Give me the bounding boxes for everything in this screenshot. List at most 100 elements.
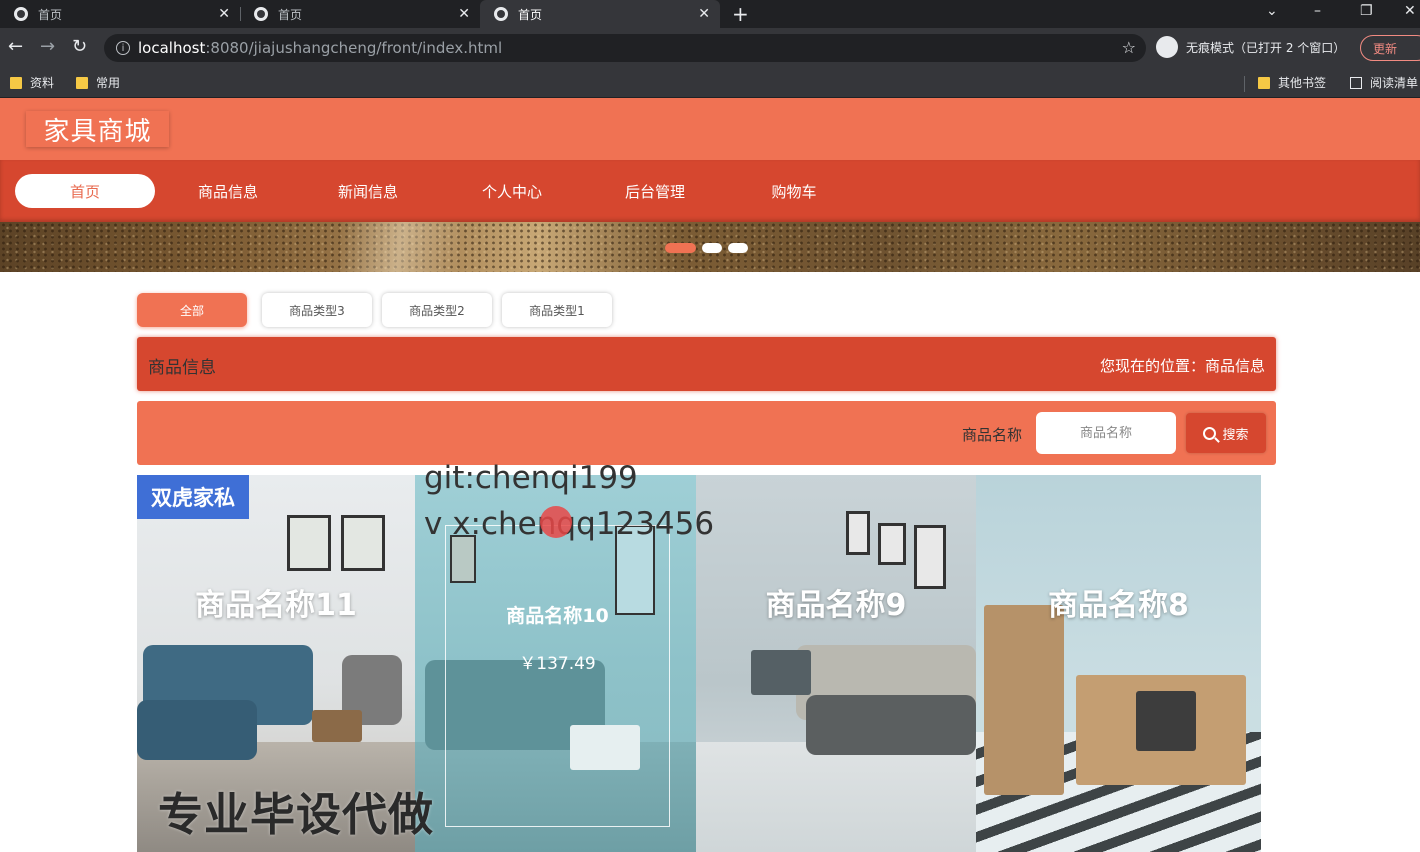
bookmark-label: 其他书签 (1278, 76, 1327, 90)
category-label: 全部 (179, 303, 204, 318)
bookmarks-bar: 资料 常用 其他书签 阅读清单 (0, 68, 1420, 98)
carousel-dot-2[interactable] (702, 243, 722, 253)
other-bookmarks[interactable]: 其他书签 (1258, 74, 1326, 91)
product-name: 商品名称9 (765, 588, 907, 623)
tab-search-icon[interactable]: ⌄ (1266, 3, 1278, 19)
site-logo[interactable]: 家具商城 (26, 111, 169, 147)
tv-stand-door (1136, 691, 1196, 751)
category-label: 商品类型2 (409, 303, 465, 318)
url-host: localhost (138, 39, 206, 57)
incognito-text: 无痕模式（已打开 2 个窗口） (1186, 40, 1346, 55)
folder-icon (10, 76, 22, 89)
nav-label: 新闻信息 (337, 182, 398, 201)
forward-icon[interactable]: → (40, 36, 55, 57)
watermark-text-large: 专业毕设代做 (158, 788, 435, 841)
category-label: 商品类型1 (529, 303, 585, 318)
bookmark-label: 资料 (30, 76, 55, 90)
nav-item-admin[interactable]: 后台管理 (585, 174, 725, 208)
browser-tab-2[interactable]: 首页 ✕ (240, 0, 480, 28)
globe-icon (14, 7, 28, 21)
product-name: 商品名称11 (195, 588, 357, 623)
category-type-3[interactable]: 商品类型3 (262, 293, 372, 327)
browser-tab-strip: 首页 ✕ 首页 ✕ 首页 ✕ + ⌄ – ❐ ✕ (0, 0, 1420, 28)
minimize-icon[interactable]: – (1314, 3, 1321, 19)
nav-item-products[interactable]: 商品信息 (158, 174, 298, 208)
search-bar: 商品名称 搜索 (137, 401, 1276, 465)
incognito-icon (1156, 36, 1178, 58)
watermark-text: git:chenqi199 (424, 460, 638, 496)
site-info-icon[interactable]: i (116, 41, 130, 55)
main-nav: 首页 商品信息 新闻信息 个人中心 后台管理 购物车 (0, 160, 1420, 222)
bookmark-star-icon[interactable]: ☆ (1122, 38, 1136, 57)
nav-item-home[interactable]: 首页 (15, 174, 155, 208)
folder-icon (76, 76, 88, 89)
folder-icon (1258, 76, 1270, 89)
cursor-highlight (540, 506, 572, 538)
close-icon[interactable]: ✕ (218, 6, 230, 22)
close-icon[interactable]: ✕ (698, 6, 710, 22)
breadcrumb: 您现在的位置：商品信息 (1099, 357, 1265, 375)
restore-icon[interactable]: ❐ (1360, 3, 1373, 19)
reading-list-icon (1350, 76, 1362, 89)
browser-tab-3[interactable]: 首页 ✕ (480, 0, 720, 28)
category-all[interactable]: 全部 (137, 293, 247, 327)
wall-frame (287, 515, 331, 571)
product-price: ￥137.49 (519, 654, 596, 674)
carousel-dot-3[interactable] (728, 243, 748, 253)
tab-title: 首页 (38, 7, 63, 22)
logo-text: 家具商城 (43, 116, 152, 147)
search-icon (1203, 426, 1217, 440)
nav-label: 购物车 (771, 182, 817, 201)
sofa-base (806, 695, 976, 755)
tab-title: 首页 (278, 7, 303, 22)
carousel-dot-1[interactable] (665, 243, 696, 253)
nav-item-cart[interactable]: 购物车 (724, 174, 864, 208)
globe-icon (494, 7, 508, 21)
browser-tab-1[interactable]: 首页 ✕ (0, 0, 240, 28)
bookmark-label: 阅读清单 (1370, 76, 1419, 90)
search-label: 商品名称 (962, 426, 1023, 444)
update-label: 更新 (1373, 41, 1398, 56)
nav-item-profile[interactable]: 个人中心 (442, 174, 582, 208)
coffee-table (751, 650, 811, 695)
search-button[interactable]: 搜索 (1186, 413, 1266, 453)
incognito-indicator[interactable]: 无痕模式（已打开 2 个窗口） (1156, 36, 1345, 58)
wall-frame (846, 511, 870, 555)
browser-toolbar: ← → ↻ i localhost:8080/jiajushangcheng/f… (0, 28, 1420, 68)
cabinet (984, 605, 1064, 795)
address-bar[interactable]: i localhost:8080/jiajushangcheng/front/i… (104, 34, 1146, 62)
reload-icon[interactable]: ↻ (72, 36, 87, 57)
nav-label: 个人中心 (481, 182, 542, 201)
brand-badge: 双虎家私 (137, 475, 249, 519)
wall-frame (878, 523, 906, 565)
product-hover-frame (445, 525, 670, 827)
search-input[interactable] (1036, 412, 1176, 454)
section-title: 商品信息 (148, 358, 216, 378)
wall-frame (341, 515, 385, 571)
close-icon[interactable]: ✕ (458, 6, 470, 22)
bookmark-folder[interactable]: 常用 (76, 74, 120, 91)
sofa (137, 700, 257, 760)
banner-light (340, 222, 460, 272)
nav-label: 商品信息 (197, 182, 258, 201)
bookmark-folder[interactable]: 资料 (10, 74, 54, 91)
nav-item-news[interactable]: 新闻信息 (298, 174, 438, 208)
product-card[interactable]: 商品名称9 (696, 475, 976, 852)
product-name: 商品名称8 (1048, 588, 1189, 623)
url-path: :8080/jiajushangcheng/front/index.html (205, 39, 503, 57)
close-window-icon[interactable]: ✕ (1404, 3, 1416, 19)
category-type-2[interactable]: 商品类型2 (382, 293, 492, 327)
product-card[interactable]: 商品名称8 (976, 475, 1261, 852)
update-button[interactable]: 更新 (1360, 35, 1420, 61)
new-tab-icon[interactable]: + (732, 2, 749, 26)
bookmark-label: 常用 (96, 76, 121, 90)
globe-icon (254, 7, 268, 21)
section-title-bar: 商品信息 您现在的位置：商品信息 (137, 337, 1276, 391)
brand-badge-text: 双虎家私 (151, 486, 235, 510)
reading-list[interactable]: 阅读清单 (1350, 74, 1418, 91)
category-type-1[interactable]: 商品类型1 (502, 293, 612, 327)
bookmarks-divider (1244, 76, 1245, 92)
floor (696, 742, 976, 852)
tab-title: 首页 (518, 7, 543, 22)
back-icon[interactable]: ← (8, 36, 23, 57)
